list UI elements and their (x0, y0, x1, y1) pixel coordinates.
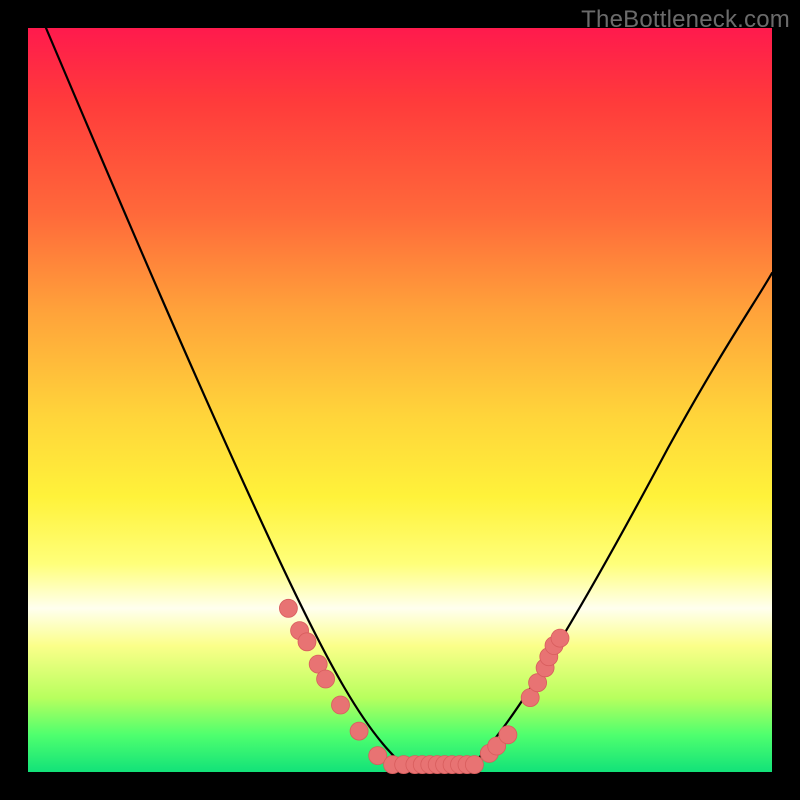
watermark-label: TheBottleneck.com (581, 6, 790, 34)
data-point (551, 629, 569, 647)
data-point (350, 722, 368, 740)
data-point (499, 726, 517, 744)
data-point (465, 756, 483, 774)
data-points-group (279, 599, 569, 773)
data-point (332, 696, 350, 714)
bottleneck-curve-left (46, 28, 400, 762)
chart-svg (28, 28, 772, 772)
data-point (298, 633, 316, 651)
bottleneck-curve-right (475, 273, 772, 762)
data-point (279, 599, 297, 617)
data-point (317, 670, 335, 688)
chart-type: line (0, 0, 1, 1)
chart-plot-area (28, 28, 772, 772)
curve-group (46, 28, 772, 767)
